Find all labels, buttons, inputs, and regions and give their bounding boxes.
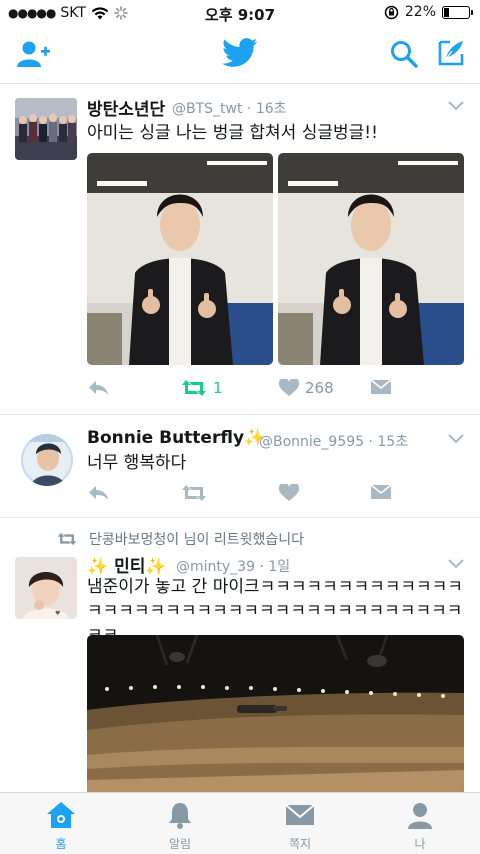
tab-me[interactable]: 나 <box>390 801 450 852</box>
tweet-card[interactable]: 단콩바보멍청이 님이 리트윗했습니다 ♥ ✨ 민티✨ @minty_39 · 1… <box>0 519 480 795</box>
handle-and-time[interactable]: @minty_39 · 1일 <box>176 556 290 576</box>
twitter-bird-icon[interactable] <box>222 38 258 68</box>
tab-notifications-label: 알림 <box>168 837 192 851</box>
battery-icon <box>442 5 473 19</box>
tweet-text: 아미는 싱글 나는 벙글 합쳐서 싱글벙글!! <box>87 123 378 143</box>
like-button[interactable] <box>279 484 299 502</box>
tweet-card[interactable]: Bonnie Butterfly✨ @Bonnie_9595 · 15초 너무 … <box>0 416 480 518</box>
heart-icon <box>279 379 299 396</box>
envelope-icon <box>371 379 391 394</box>
retweet-context[interactable]: 단콩바보멍청이 님이 리트윗했습니다 <box>57 529 304 549</box>
like-button[interactable]: 268 <box>279 379 334 397</box>
retweet-count: 1 <box>213 379 223 397</box>
tab-messages[interactable]: 쪽지 <box>270 801 330 852</box>
search-icon[interactable] <box>390 40 418 68</box>
tweet-photo[interactable] <box>87 635 464 795</box>
handle-and-time[interactable]: @BTS_twt · 16초 <box>172 98 287 118</box>
retweet-button[interactable] <box>181 484 207 502</box>
tweet-actions <box>87 484 397 508</box>
avatar[interactable] <box>21 434 73 486</box>
tab-me-label: 나 <box>414 837 426 851</box>
avatar-photo: ♥ <box>15 557 77 619</box>
tweet-text: 너무 행복하다 <box>87 453 187 473</box>
retweet-icon <box>182 380 206 396</box>
avatar[interactable] <box>15 98 77 160</box>
compose-icon[interactable] <box>436 38 466 68</box>
chevron-down-icon[interactable] <box>448 434 464 444</box>
envelope-icon <box>371 484 391 499</box>
home-icon <box>47 802 75 828</box>
avatar-photo <box>21 434 73 486</box>
bottom-tab-bar: 홈 알림 쪽지 나 <box>0 792 480 854</box>
status-right: 22% <box>384 4 473 20</box>
display-name[interactable]: Bonnie Butterfly✨ <box>87 428 265 448</box>
display-name[interactable]: ✨ 민티✨ <box>87 552 167 577</box>
tab-notifications[interactable]: 알림 <box>150 801 210 852</box>
tab-home[interactable]: 홈 <box>31 801 91 852</box>
tab-home-label: 홈 <box>55 837 67 851</box>
svg-text:♥: ♥ <box>55 610 60 617</box>
add-user-icon[interactable] <box>17 40 51 68</box>
photo-person-thumbs-up <box>87 153 273 365</box>
chevron-down-icon[interactable] <box>448 101 464 111</box>
rotation-lock-icon <box>384 5 399 19</box>
reply-icon <box>89 486 108 500</box>
top-nav-bar <box>0 26 480 84</box>
retweet-icon <box>182 485 206 501</box>
tweet-card[interactable]: 방탄소년단 @BTS_twt · 16초 아미는 싱글 나는 벙글 합쳐서 싱글… <box>0 85 480 415</box>
retweet-button[interactable]: 1 <box>181 379 223 397</box>
photo-person-thumbs-up <box>278 153 464 365</box>
tab-messages-label: 쪽지 <box>288 837 312 851</box>
retweet-icon <box>57 532 77 546</box>
direct-message-button[interactable] <box>371 484 391 500</box>
reply-button[interactable] <box>87 484 109 502</box>
status-bar: ●●●●● SKT 오후 9:07 22% <box>0 0 480 26</box>
avatar-group-photo <box>15 98 77 160</box>
display-name[interactable]: 방탄소년단 <box>87 95 165 120</box>
reply-button[interactable] <box>87 379 109 397</box>
envelope-icon <box>285 804 315 825</box>
tweet-photo[interactable] <box>278 153 464 365</box>
heart-icon <box>279 484 299 501</box>
like-count: 268 <box>305 379 334 397</box>
tweet-photo[interactable] <box>87 153 273 365</box>
photo-stage-microphone <box>87 635 464 795</box>
avatar[interactable]: ♥ <box>15 557 77 619</box>
retweet-context-label: 단콩바보멍청이 님이 리트윗했습니다 <box>89 532 304 548</box>
reply-icon <box>89 381 108 395</box>
battery-percent: 22% <box>404 4 436 20</box>
bell-icon <box>169 803 191 829</box>
tweet-actions: 1 268 <box>87 379 397 403</box>
chevron-down-icon[interactable] <box>448 559 464 569</box>
person-icon <box>408 803 432 829</box>
handle-and-time[interactable]: @Bonnie_9595 · 15초 <box>259 431 408 451</box>
direct-message-button[interactable] <box>371 379 391 395</box>
